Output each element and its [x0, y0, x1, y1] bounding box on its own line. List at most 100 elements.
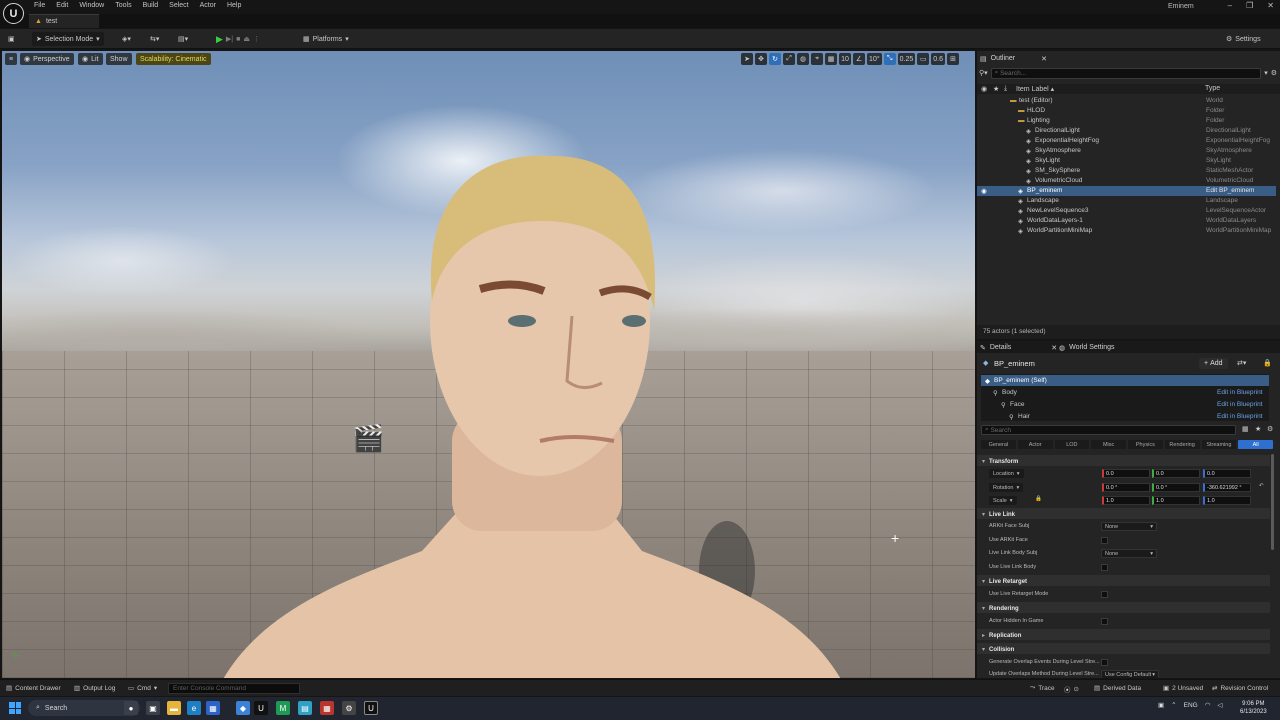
- play-options-icon[interactable]: ⋮: [253, 35, 260, 43]
- cmd-dropdown[interactable]: ▭ Cmd ▾: [128, 684, 157, 693]
- add-component-button[interactable]: + Add: [1199, 358, 1228, 369]
- scale-snap-value[interactable]: 0.25: [897, 53, 916, 65]
- menu-actor[interactable]: Actor: [200, 2, 216, 9]
- scale-tool-icon[interactable]: ⤢: [783, 53, 796, 65]
- world-space-icon[interactable]: ◍: [797, 53, 810, 65]
- play-icon[interactable]: ▶: [216, 34, 223, 45]
- rotation-z-field[interactable]: -360.621992 °: [1203, 483, 1251, 492]
- file-explorer-icon[interactable]: ▬: [167, 701, 181, 715]
- visibility-icon[interactable]: ◉: [981, 187, 987, 195]
- outliner-row[interactable]: ▬ test (Editor) World: [977, 96, 1276, 106]
- surface-snap-icon[interactable]: ⌖: [811, 53, 824, 65]
- category-streaming[interactable]: Streaming: [1201, 440, 1237, 449]
- actor-hidden-in-game-checkbox[interactable]: [1101, 618, 1108, 625]
- taskbar-clock[interactable]: 9:06 PM 6/13/2023: [1240, 700, 1267, 716]
- record-icon[interactable]: ⦿: [1064, 684, 1071, 694]
- close-tab-icon[interactable]: ✕: [1041, 55, 1047, 63]
- console-command-input[interactable]: Enter Console Command: [168, 683, 300, 694]
- scale-snap-icon[interactable]: ⤡: [883, 53, 896, 65]
- app-icon-1[interactable]: ◆: [236, 701, 250, 715]
- cinematics-button[interactable]: ▤▾: [178, 32, 188, 46]
- level-viewport[interactable]: 🎬 + ⊹ ≡ ◉ Perspective ◉ Lit Show Scalabi…: [2, 51, 975, 678]
- unreal-logo-icon[interactable]: U: [3, 3, 24, 24]
- outliner-settings-icon[interactable]: ⚙: [1271, 69, 1277, 77]
- grid-snap-icon[interactable]: ▦: [825, 53, 838, 65]
- details-settings-icon[interactable]: ⚙: [1267, 425, 1273, 433]
- minimize-icon[interactable]: –: [1228, 1, 1232, 10]
- menu-file[interactable]: File: [34, 2, 45, 9]
- category-physics[interactable]: Physics: [1128, 440, 1163, 449]
- perspective-button[interactable]: ◉ Perspective: [20, 53, 74, 65]
- screenshot-icon[interactable]: ⊙: [1074, 685, 1079, 693]
- use-live-retarget-mode-checkbox[interactable]: [1101, 591, 1108, 598]
- category-rendering[interactable]: Rendering: [1164, 440, 1200, 449]
- rotation-dropdown[interactable]: Rotation ▾: [989, 483, 1024, 492]
- chat-icon[interactable]: ●: [124, 701, 138, 715]
- save-button[interactable]: ▣: [8, 32, 15, 46]
- level-sequence-icon[interactable]: 🎬: [352, 423, 384, 454]
- outliner-row[interactable]: ▬ Lighting Folder: [977, 116, 1276, 126]
- use-live-link-body-checkbox[interactable]: [1101, 564, 1108, 571]
- menu-select[interactable]: Select: [169, 2, 188, 9]
- character-bust[interactable]: [222, 111, 842, 678]
- stop-icon[interactable]: ■: [236, 36, 240, 43]
- type-column[interactable]: Type: [1205, 85, 1220, 92]
- category-misc[interactable]: Misc: [1091, 440, 1126, 449]
- outliner-row[interactable]: ◈ SkyLight SkyLight: [977, 156, 1276, 166]
- scale-z-field[interactable]: 1.0: [1203, 496, 1251, 505]
- tab-world-settings[interactable]: ◍ World Settings: [1059, 342, 1115, 353]
- revision-control-button[interactable]: ⇄ Revision Control: [1212, 684, 1268, 693]
- tray-app-icon[interactable]: ▣: [1158, 701, 1164, 709]
- store-icon[interactable]: ▦: [206, 701, 220, 715]
- outliner-row[interactable]: ◈ NewLevelSequence3 LevelSequenceActor: [977, 206, 1276, 216]
- category-general[interactable]: General: [981, 440, 1016, 449]
- edge-icon[interactable]: e: [187, 701, 201, 715]
- blueprint-options-icon[interactable]: ⇄▾: [1237, 359, 1246, 367]
- document-tab[interactable]: ▲ test: [29, 14, 99, 28]
- rotation-y-field[interactable]: 0.0 °: [1152, 483, 1200, 492]
- outliner-row[interactable]: ◈ Landscape Landscape: [977, 196, 1276, 206]
- location-x-field[interactable]: 0.0: [1102, 469, 1150, 478]
- outliner-row[interactable]: ◉ ◈ BP_eminem Edit BP_eminem: [977, 186, 1276, 196]
- language-indicator[interactable]: ENG: [1184, 702, 1198, 709]
- platforms-dropdown[interactable]: ▦ Platforms ▾: [303, 32, 349, 46]
- menu-build[interactable]: Build: [143, 2, 159, 9]
- section-replication[interactable]: ▸ Replication: [977, 629, 1270, 640]
- location-z-field[interactable]: 0.0: [1203, 469, 1251, 478]
- select-tool-icon[interactable]: ➤: [741, 53, 754, 65]
- scale-x-field[interactable]: 1.0: [1102, 496, 1150, 505]
- location-dropdown[interactable]: Location ▾: [989, 469, 1024, 478]
- wifi-icon[interactable]: ◠: [1205, 701, 1211, 709]
- eject-icon[interactable]: ⏏: [243, 35, 250, 43]
- outliner-search-input[interactable]: ⌕ Search...: [990, 67, 1262, 79]
- section-live-link[interactable]: ▾ Live Link: [977, 508, 1270, 519]
- tray-arrow-icon[interactable]: ⌃: [1171, 701, 1176, 709]
- trace-button[interactable]: ⤳ Trace: [1030, 684, 1055, 692]
- show-button[interactable]: Show: [106, 53, 132, 65]
- lock-icon[interactable]: 🔒: [1263, 359, 1272, 367]
- reset-rotation-icon[interactable]: ↶: [1259, 483, 1264, 489]
- app-icon-4[interactable]: ⚙: [342, 701, 356, 715]
- outliner-row[interactable]: ◈ WorldDataLayers-1 WorldDataLayers: [977, 216, 1276, 226]
- scalability-badge[interactable]: Scalability: Cinematic: [136, 53, 211, 65]
- maximize-viewport-icon[interactable]: ⊞: [947, 53, 959, 65]
- maximize-icon[interactable]: ❐: [1246, 1, 1253, 10]
- actor-name[interactable]: BP_eminem: [994, 359, 1035, 368]
- selection-mode-dropdown[interactable]: ➤ Selection Mode ▾: [32, 32, 104, 46]
- component-row[interactable]: ⚲ Body Edit in Blueprint: [981, 387, 1269, 398]
- close-icon[interactable]: ✕: [1267, 1, 1274, 10]
- menu-edit[interactable]: Edit: [56, 2, 68, 9]
- unreal-app-icon[interactable]: U: [254, 701, 268, 715]
- item-label-column[interactable]: Item Label ▴: [1016, 85, 1054, 93]
- content-drawer-button[interactable]: ▤ Content Drawer: [6, 684, 61, 693]
- derived-data-button[interactable]: ▤ Derived Data: [1094, 684, 1141, 693]
- update-overlaps-method-dropdown[interactable]: Use Config Default ▾: [1101, 670, 1159, 678]
- category-all[interactable]: All: [1238, 440, 1273, 449]
- lit-button[interactable]: ◉ Lit: [78, 53, 103, 65]
- details-scrollbar[interactable]: [1271, 454, 1274, 550]
- unreal-editor-taskbar-icon[interactable]: U: [364, 701, 378, 715]
- details-search-input[interactable]: ⌕ Search: [981, 425, 1236, 435]
- add-filter-icon[interactable]: ▾: [1264, 69, 1268, 77]
- app-icon-2[interactable]: M: [276, 701, 290, 715]
- rotation-x-field[interactable]: 0.0 °: [1102, 483, 1150, 492]
